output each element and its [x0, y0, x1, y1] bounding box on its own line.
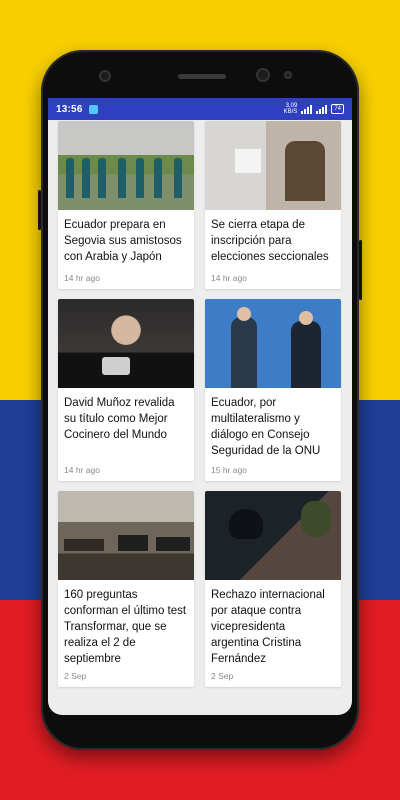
speed-unit: KB/S: [283, 109, 298, 115]
news-title: 160 preguntas conforman el último test T…: [64, 589, 187, 665]
signal-icon: [316, 104, 328, 114]
status-bar: 13:56 3,09 KB/S 74: [48, 98, 352, 120]
news-time: 2 Sep: [64, 671, 87, 681]
un-meeting-photo: [205, 299, 341, 388]
news-card[interactable]: Se cierra etapa de inscripción para elec…: [205, 121, 341, 289]
news-card[interactable]: Rechazo internacional por ataque contra …: [205, 491, 341, 687]
network-speed: 3,09 KB/S: [284, 103, 298, 115]
notification-icon: [88, 104, 98, 114]
news-title: Rechazo internacional por ataque contra …: [211, 589, 325, 665]
news-title: David Muñoz revalida su título como Mejo…: [64, 397, 175, 441]
chef-award-photo: [58, 299, 194, 388]
classroom-test-photo: [58, 491, 194, 580]
news-card[interactable]: Ecuador, por multilateralismo y diálogo …: [205, 299, 341, 481]
football-team-photo: [58, 121, 194, 210]
volume-button: [38, 190, 41, 230]
proximity-sensor-icon: [284, 71, 292, 79]
power-button: [359, 240, 362, 300]
news-title: Se cierra etapa de inscripción para elec…: [211, 219, 329, 263]
news-card[interactable]: David Muñoz revalida su título como Mejo…: [58, 299, 194, 481]
voter-registration-photo: [205, 121, 341, 210]
news-time: 2 Sep: [211, 671, 234, 681]
news-time: 14 hr ago: [64, 273, 100, 283]
news-title: Ecuador, por multilateralismo y diálogo …: [211, 397, 321, 457]
battery-icon: 74: [331, 104, 344, 114]
status-time: 13:56: [56, 103, 83, 115]
signal-icon: [301, 104, 313, 114]
police-night-photo: [205, 491, 341, 580]
news-title: Ecuador prepara en Segovia sus amistosos…: [64, 219, 182, 263]
sensor-icon: [99, 70, 111, 82]
news-time: 15 hr ago: [211, 465, 247, 475]
news-card[interactable]: 160 preguntas conforman el último test T…: [58, 491, 194, 687]
news-card[interactable]: Ecuador prepara en Segovia sus amistosos…: [58, 121, 194, 289]
earpiece-speaker: [178, 74, 226, 79]
app-screen: 13:56 3,09 KB/S 74 Ecuador prepara en Se…: [48, 98, 352, 715]
news-time: 14 hr ago: [211, 273, 247, 283]
news-time: 14 hr ago: [64, 465, 100, 475]
front-camera-icon: [256, 68, 270, 82]
news-grid: Ecuador prepara en Segovia sus amistosos…: [58, 121, 342, 687]
